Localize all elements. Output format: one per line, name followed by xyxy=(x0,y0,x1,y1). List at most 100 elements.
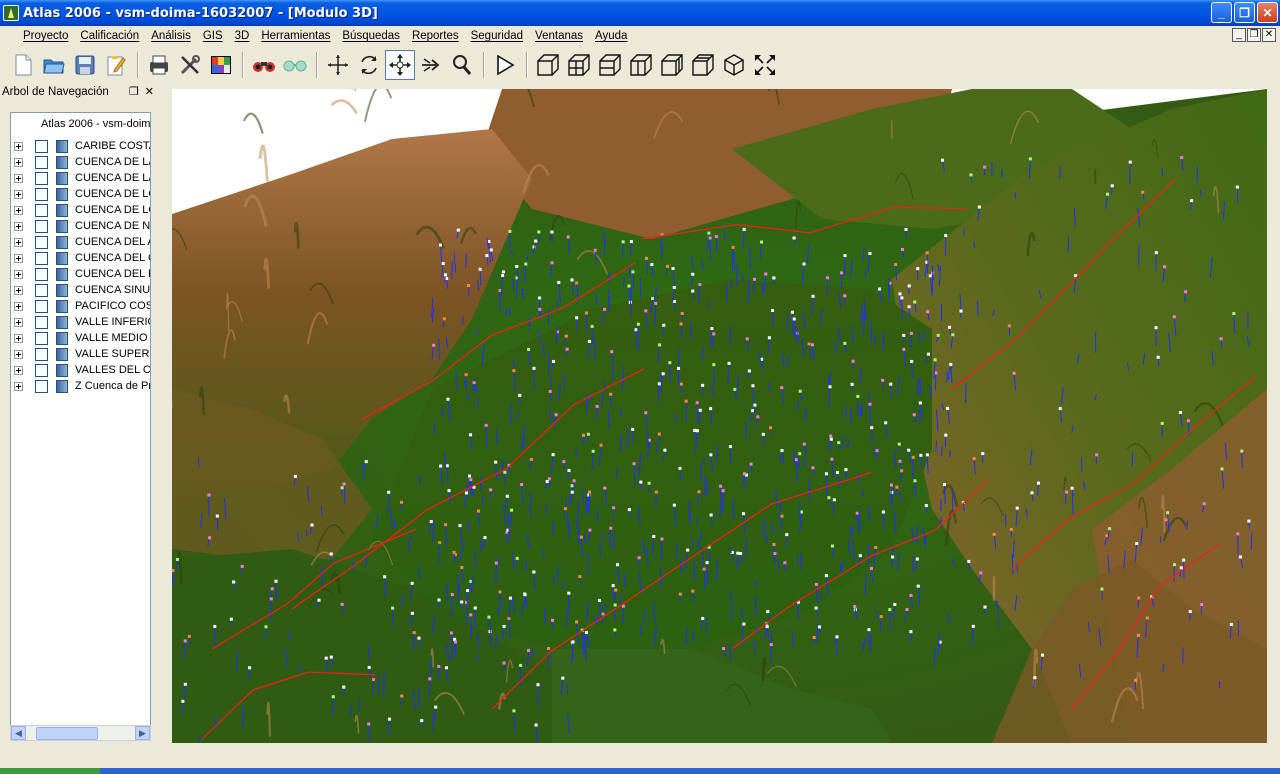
save-disk-icon[interactable] xyxy=(70,50,100,80)
start-button[interactable] xyxy=(0,768,100,774)
layer-checkbox[interactable] xyxy=(35,315,48,329)
layer-checkbox[interactable] xyxy=(35,283,48,297)
menu-gis[interactable]: GIS xyxy=(197,30,229,42)
well-marker xyxy=(578,575,582,579)
layer-checkbox[interactable] xyxy=(35,379,48,393)
layer-checkbox[interactable] xyxy=(35,171,48,185)
new-file-icon[interactable] xyxy=(8,50,38,80)
expand-icon[interactable] xyxy=(14,349,23,359)
expand-icon[interactable] xyxy=(14,381,23,391)
expand-icon[interactable] xyxy=(14,317,23,327)
tree-item[interactable]: PACIFICO COST xyxy=(11,298,150,314)
zoom-icon[interactable] xyxy=(447,50,477,80)
expand-icon[interactable] xyxy=(14,333,23,343)
expand-icon[interactable] xyxy=(14,253,23,263)
pan-arrows-icon[interactable] xyxy=(385,50,415,80)
fly-icon[interactable] xyxy=(416,50,446,80)
tree-item[interactable]: VALLE INFERIO xyxy=(11,314,150,330)
cube-view-3-icon[interactable] xyxy=(595,50,625,80)
menu-seguridad[interactable]: Seguridad xyxy=(465,30,529,42)
cube-view-4-icon[interactable] xyxy=(626,50,656,80)
nav-horizontal-scrollbar[interactable]: ◀ ▶ xyxy=(10,725,151,741)
close-panel-icon[interactable]: ✕ xyxy=(145,85,154,98)
maximize-button[interactable]: ❐ xyxy=(1234,2,1255,23)
mdi-close-button[interactable]: ✕ xyxy=(1262,28,1276,42)
tree-item[interactable]: VALLE SUPERIO xyxy=(11,346,150,362)
expand-icon[interactable] xyxy=(14,285,23,295)
tools-icon[interactable] xyxy=(175,50,205,80)
mdi-restore-button[interactable]: ❐ xyxy=(1247,28,1261,42)
cube-view-6-icon[interactable] xyxy=(688,50,718,80)
layer-checkbox[interactable] xyxy=(35,139,48,153)
close-button[interactable]: ✕ xyxy=(1257,2,1278,23)
scroll-thumb[interactable] xyxy=(36,726,98,740)
expand-icon[interactable] xyxy=(14,189,23,199)
terrain-3d-viewport[interactable] xyxy=(172,89,1267,743)
tree-item[interactable]: CARIBE COSTA xyxy=(11,138,150,154)
menu-herramientas[interactable]: Herramientas xyxy=(255,30,336,42)
tree-item[interactable]: VALLE MEDIO D xyxy=(11,330,150,346)
layer-checkbox[interactable] xyxy=(35,187,48,201)
layer-checkbox[interactable] xyxy=(35,347,48,361)
fullscreen-icon[interactable] xyxy=(750,50,780,80)
menu-ventanas[interactable]: Ventanas xyxy=(529,30,589,42)
expand-icon[interactable] xyxy=(14,365,23,375)
minimize-button[interactable]: _ xyxy=(1211,2,1232,23)
expand-icon[interactable] xyxy=(14,269,23,279)
expand-icon[interactable] xyxy=(14,301,23,311)
tree-root[interactable]: Atlas 2006 - vsm-doima xyxy=(41,118,150,130)
layer-checkbox[interactable] xyxy=(35,331,48,345)
play-icon[interactable] xyxy=(490,50,520,80)
tree-item[interactable]: CUENCA DEL AI xyxy=(11,234,150,250)
layer-checkbox[interactable] xyxy=(35,363,48,377)
crosshair-icon[interactable] xyxy=(323,50,353,80)
cube-view-5-icon[interactable] xyxy=(657,50,687,80)
tree-item[interactable]: CUENCA DE LO xyxy=(11,186,150,202)
terrain-render[interactable] xyxy=(172,89,1267,743)
layer-checkbox[interactable] xyxy=(35,251,48,265)
layer-checkbox[interactable] xyxy=(35,155,48,169)
tree-item[interactable]: CUENCA DE NA xyxy=(11,218,150,234)
cube-view-1-icon[interactable] xyxy=(533,50,563,80)
well-marker xyxy=(869,566,873,570)
cube-3d-icon[interactable] xyxy=(719,50,749,80)
expand-icon[interactable] xyxy=(14,205,23,215)
rotate-icon[interactable] xyxy=(354,50,384,80)
layer-checkbox[interactable] xyxy=(35,219,48,233)
menu-reportes[interactable]: Reportes xyxy=(406,30,465,42)
layer-checkbox[interactable] xyxy=(35,299,48,313)
open-folder-icon[interactable] xyxy=(39,50,69,80)
expand-icon[interactable] xyxy=(14,221,23,231)
mdi-minimize-button[interactable]: _ xyxy=(1232,28,1246,42)
tree-item[interactable]: CUENCA DEL PU xyxy=(11,266,150,282)
float-panel-icon[interactable]: ❐ xyxy=(129,85,139,98)
menu-ayuda[interactable]: Ayuda xyxy=(589,30,633,42)
menu-calificacion[interactable]: Calificación xyxy=(74,30,145,42)
print-icon[interactable] xyxy=(144,50,174,80)
menu-busquedas[interactable]: Búsquedas xyxy=(336,30,406,42)
tree-item[interactable]: CUENCA DE LO xyxy=(11,202,150,218)
tree-item[interactable]: VALLES DEL CES xyxy=(11,362,150,378)
expand-icon[interactable] xyxy=(14,237,23,247)
color-palette-icon[interactable] xyxy=(206,50,236,80)
menu-3d[interactable]: 3D xyxy=(229,30,256,42)
cube-view-2-icon[interactable] xyxy=(564,50,594,80)
glasses-icon[interactable] xyxy=(280,50,310,80)
layer-checkbox[interactable] xyxy=(35,235,48,249)
tree-item[interactable]: CUENCA DE LA xyxy=(11,170,150,186)
edit-notes-icon[interactable] xyxy=(101,50,131,80)
tree-item[interactable]: Z Cuenca de Pr xyxy=(11,378,150,394)
expand-icon[interactable] xyxy=(14,157,23,167)
binoculars-icon[interactable] xyxy=(249,50,279,80)
menu-analisis[interactable]: Análisis xyxy=(145,30,197,42)
tree-item[interactable]: CUENCA DEL CA xyxy=(11,250,150,266)
expand-icon[interactable] xyxy=(14,173,23,183)
layer-checkbox[interactable] xyxy=(35,203,48,217)
tree-item[interactable]: CUENCA DE LA xyxy=(11,154,150,170)
tree-item[interactable]: CUENCA SINU-S xyxy=(11,282,150,298)
layer-checkbox[interactable] xyxy=(35,267,48,281)
scroll-right-icon[interactable]: ▶ xyxy=(135,726,150,740)
expand-icon[interactable] xyxy=(14,141,23,151)
menu-proyecto[interactable]: Proyecto xyxy=(17,30,74,42)
scroll-left-icon[interactable]: ◀ xyxy=(11,726,26,740)
